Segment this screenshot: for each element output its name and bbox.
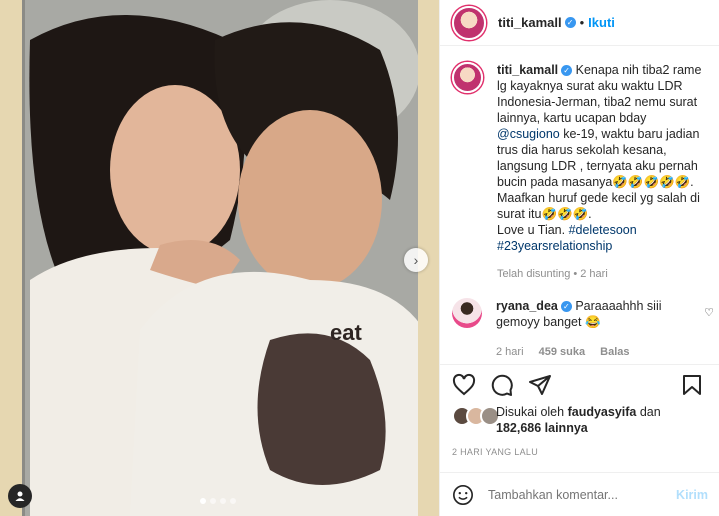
caption-line: Love u Tian. [497,223,569,237]
likes-text: Disukai oleh faudyasyifa dan 182,686 lai… [496,404,661,436]
comment-line: Paraaaahhh siii [575,299,662,313]
caption-line: ke-19, waktu baru jadian [559,127,700,141]
author-avatar[interactable] [452,62,483,93]
caption-line: Kenapa nih tiba2 rame [575,63,702,77]
comment-text: ryana_dea ✓ Paraaaahhh siii gemoyy banget… [496,298,708,360]
comment-time: 2 hari [496,346,524,358]
caption-row: titi_kamall ✓ Kenapa nih tiba2 rame lg ka… [440,46,719,282]
carousel-next-button[interactable]: › [404,248,428,272]
carousel-dot [230,498,236,504]
hashtag-link[interactable]: #23yearsrelationship [497,239,612,253]
post-comment-button[interactable]: Kirim [676,488,708,502]
caption-line: lg kayaknya surat aku waktu LDR [497,79,683,93]
comment-meta: 2 hari 459 suka Balas [496,344,708,360]
likes-count-link[interactable]: 182,686 lainnya [496,421,588,435]
carousel-dot [220,498,226,504]
meta-separator: • [573,268,578,280]
comment-icon[interactable] [490,373,514,397]
carousel-dot [210,498,216,504]
author-username[interactable]: titi_kamall [498,15,562,30]
caption-line: langsung LDR , ternyata aku pernah [497,159,698,173]
reply-button[interactable]: Balas [600,346,629,358]
caption-mention-link[interactable]: @csugiono [497,127,560,141]
caption-line: lainnya, kartu ucapan bday [497,111,647,125]
carousel-dot [200,498,206,504]
photo-illustration: eat [0,0,439,516]
commenter-username[interactable]: ryana_dea [496,299,558,313]
caption-line: Maafkan huruf gede kecil yg salah di [497,191,700,205]
edited-time: 2 hari [580,268,608,280]
follow-button[interactable]: Ikuti [588,15,615,30]
likes-prefix: Disukai oleh [496,405,568,419]
user-icon [15,491,25,501]
tagged-users-button[interactable] [8,484,32,508]
header-separator: • [579,15,585,30]
edited-label: Telah disunting [497,268,571,280]
likes-user-link[interactable]: faudyasyifa [568,405,637,419]
post-detail-panel: titi_kamall ✓ • Ikuti titi_kamall ✓ Kenap… [439,0,719,516]
caption-line: Indonesia-Jerman, tiba2 nemu surat [497,95,698,109]
share-icon[interactable] [528,373,552,397]
svg-text:eat: eat [330,320,362,345]
add-comment-bar: Kirim [440,472,719,516]
caption-meta: Telah disunting • 2 hari [497,266,708,282]
hashtag-link[interactable]: #deletesoon [569,223,637,237]
comment-line: gemoyy banget 😂 [496,315,601,329]
verified-badge-icon: ✓ [561,65,573,77]
comment-input[interactable] [486,486,677,503]
post-photo[interactable]: eat › [0,0,439,516]
caption-line: surat itu🤣🤣🤣. [497,207,592,221]
chevron-right-icon: › [413,252,419,268]
verified-badge-icon: ✓ [564,17,576,28]
liker-avatars [452,406,500,426]
caption-line: trus dia harus sekolah kesana, [497,143,667,157]
caption-line: bucin pada masanya🤣🤣🤣🤣🤣. [497,175,694,189]
comments-section[interactable]: titi_kamall ✓ Kenapa nih tiba2 rame lg ka… [440,46,719,364]
comment-likes[interactable]: 459 suka [539,346,585,358]
caption-username[interactable]: titi_kamall [497,63,558,77]
author-avatar[interactable] [452,5,486,40]
post-header: titi_kamall ✓ • Ikuti [440,0,719,46]
likes-summary: Disukai oleh faudyasyifa dan 182,686 lai… [452,404,708,436]
heart-icon[interactable] [452,373,476,397]
caption-text: titi_kamall ✓ Kenapa nih tiba2 rame lg ka… [497,62,708,282]
comment-like-heart-icon[interactable]: ♡ [704,306,714,319]
comment-row: ryana_dea ✓ Paraaaahhh siii gemoyy banget… [440,282,719,360]
post-date[interactable]: 2 HARI YANG LALU [452,447,538,457]
post-actions [440,364,719,404]
carousel-indicator [200,498,236,504]
commenter-avatar[interactable] [452,298,482,328]
verified-badge-icon: ✓ [560,301,572,313]
emoji-icon[interactable] [452,484,474,506]
bookmark-icon[interactable] [680,373,704,397]
likes-middle: dan [636,405,661,419]
